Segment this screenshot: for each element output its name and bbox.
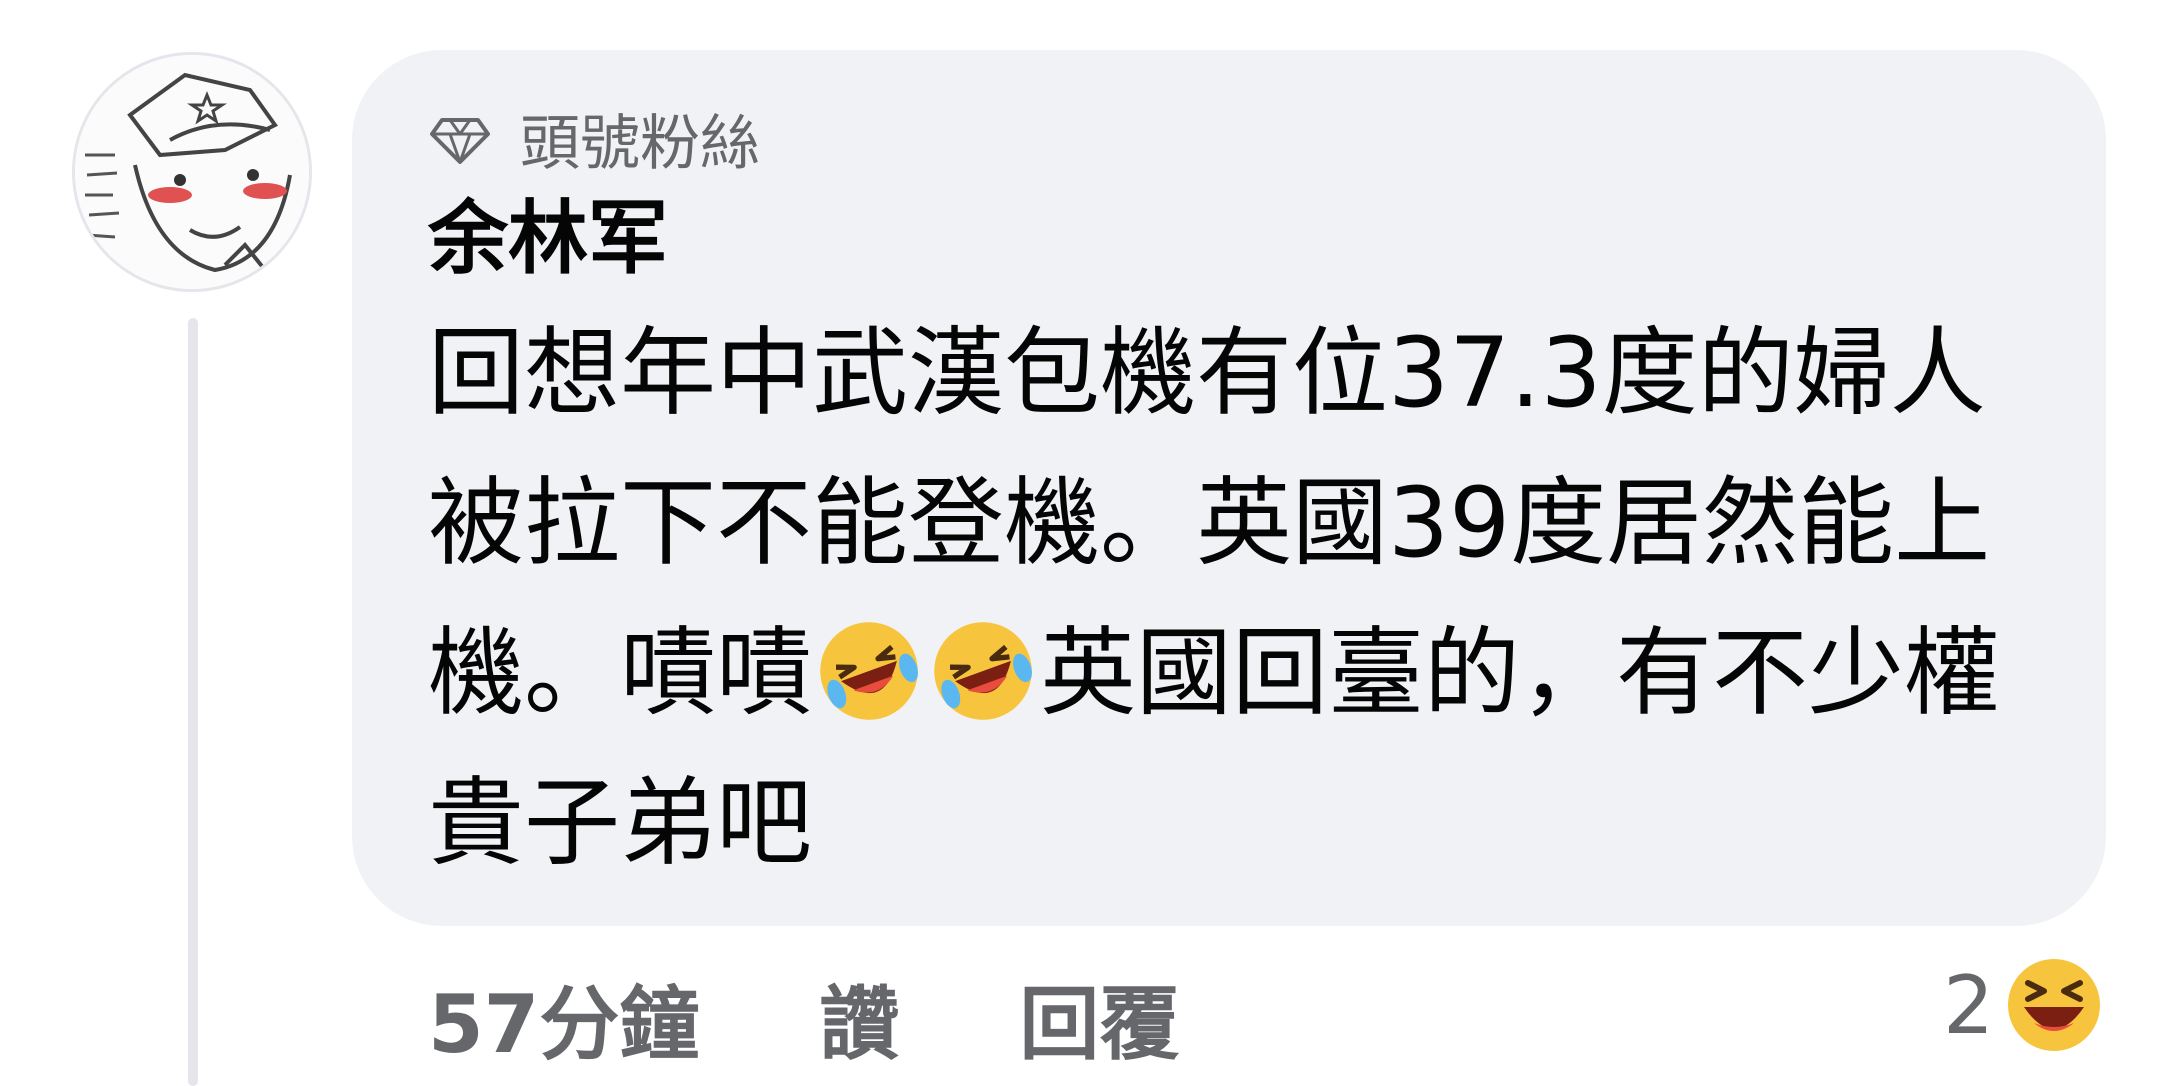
rolling-laughing-emoji-icon: [934, 622, 1032, 720]
top-fan-badge: 頭號粉絲: [428, 98, 2026, 179]
comment: 頭號粉絲 余林军 回想年中武漢包機有位37.3度的婦人被拉下不能登機。英國39度…: [0, 0, 2160, 1086]
reaction-count: 2: [1943, 958, 1994, 1052]
comment-timestamp[interactable]: 57分鐘: [428, 960, 699, 1076]
comment-author[interactable]: 余林军: [428, 184, 2026, 294]
laughing-face-icon: [2008, 959, 2100, 1051]
avatar[interactable]: [72, 52, 312, 292]
badge-label: 頭號粉絲: [520, 108, 760, 179]
reaction-summary[interactable]: 2: [1943, 955, 2104, 1055]
thread-line: [188, 318, 198, 1086]
like-button[interactable]: 讚: [819, 960, 899, 1076]
comment-body: 回想年中武漢包機有位37.3度的婦人被拉下不能登機。英國39度居然能上機。嘖嘖: [428, 298, 2026, 898]
reply-button[interactable]: 回覆: [1019, 960, 1179, 1076]
diamond-icon: [430, 118, 490, 164]
comment-bubble: 頭號粉絲 余林军 回想年中武漢包機有位37.3度的婦人被拉下不能登機。英國39度…: [352, 50, 2106, 926]
avatar-illustration: [75, 55, 309, 289]
comment-actions: 57分鐘 讚 回覆: [428, 960, 1179, 1076]
rolling-laughing-emoji-icon: [820, 622, 918, 720]
